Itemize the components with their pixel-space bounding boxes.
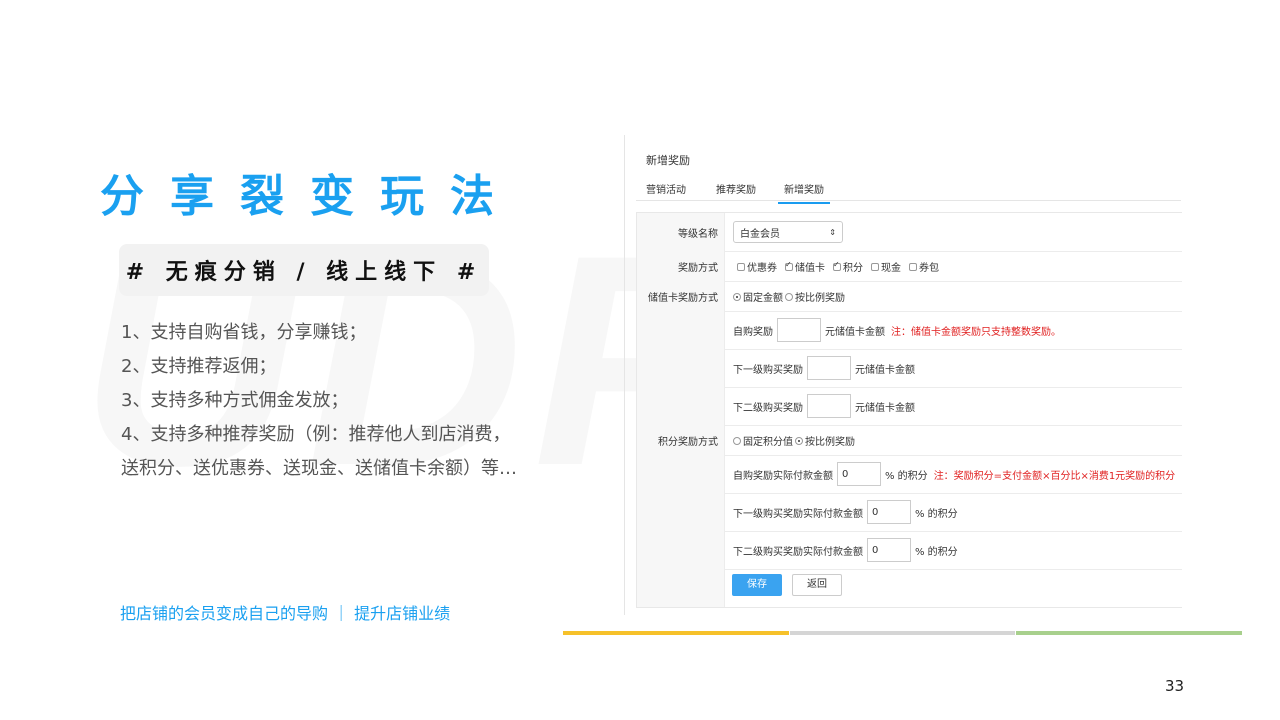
card-reward-method-label: 储值卡奖励方式 <box>637 281 725 311</box>
card-level1-unit: 元储值卡金额 <box>855 364 915 376</box>
checkbox[interactable] <box>737 262 745 271</box>
points-reward-option-label: 固定积分值 <box>743 436 793 448</box>
checkbox[interactable] <box>909 262 917 271</box>
tab-bar: 营销活动 推荐奖励 新增奖励 <box>636 176 1181 204</box>
feature-item: 2、支持推荐返佣； <box>121 356 277 377</box>
points-self-label: 自购奖励实际付款金额 <box>733 470 833 482</box>
points-self-input[interactable] <box>837 462 881 486</box>
card-level1-input[interactable] <box>807 356 851 380</box>
points-level2-label: 下二级购买奖励实际付款金额 <box>733 546 863 558</box>
points-level1-input[interactable] <box>867 500 911 524</box>
card-level1-label: 下一级购买奖励 <box>733 364 803 376</box>
card-reward-options: 固定金额 按比例奖励 <box>733 281 847 311</box>
reward-type-option[interactable]: 优惠券 <box>733 259 777 274</box>
color-bar-yellow <box>563 631 789 635</box>
points-level2-unit: % 的积分 <box>915 546 958 558</box>
level-select[interactable]: 白金会员 ⇕ <box>733 221 843 243</box>
points-level1-unit: % 的积分 <box>915 508 958 520</box>
page-number: 33 <box>1165 677 1185 695</box>
reward-type-option[interactable]: 券包 <box>905 259 939 274</box>
points-reward-option[interactable]: 按比例奖励 <box>795 433 855 448</box>
reward-type-option-label: 优惠券 <box>747 262 777 274</box>
reward-type-option[interactable]: 积分 <box>829 259 863 274</box>
radio-button[interactable] <box>733 292 741 301</box>
level-row: 等级名称 白金会员 ⇕ <box>637 213 1182 252</box>
card-level2-row: 下二级购买奖励 元储值卡金额 <box>637 387 1182 426</box>
checkbox[interactable] <box>785 260 793 271</box>
card-self-label: 自购奖励 <box>733 326 773 338</box>
tab-referral-reward[interactable]: 推荐奖励 <box>716 181 756 196</box>
actions-row <box>637 569 1182 607</box>
reward-form-screenshot: 新增奖励 营销活动 推荐奖励 新增奖励 等级名称 白金会员 ⇕ 奖励方式 优惠券… <box>636 140 1182 610</box>
radio-button[interactable] <box>795 436 803 445</box>
points-reward-method-label: 积分奖励方式 <box>637 425 725 455</box>
checkbox[interactable] <box>833 260 841 271</box>
feature-list: 1、支持自购省钱，分享赚钱； 2、支持推荐返佣； 3、支持多种方式佣金发放； 4… <box>121 316 517 486</box>
save-button[interactable]: 保存 <box>732 574 782 596</box>
level-label: 等级名称 <box>637 213 725 251</box>
points-reward-option[interactable]: 固定积分值 <box>733 433 793 448</box>
card-self-unit: 元储值卡金额 <box>825 326 885 338</box>
reward-type-options: 优惠券 储值卡 积分 现金 券包 <box>733 251 943 281</box>
reward-form: 等级名称 白金会员 ⇕ 奖励方式 优惠券 储值卡 积分 现金 券包 储值卡奖励方式 固定… <box>636 212 1182 608</box>
points-level1-row: 下一级购买奖励实际付款金额 % 的积分 <box>637 493 1182 532</box>
back-button[interactable]: 返回 <box>792 574 842 596</box>
points-self-unit: % 的积分 <box>885 470 928 482</box>
reward-type-option-label: 储值卡 <box>795 262 825 274</box>
points-level2-row: 下二级购买奖励实际付款金额 % 的积分 <box>637 531 1182 570</box>
points-level1-label: 下一级购买奖励实际付款金额 <box>733 508 863 520</box>
points-reward-method-row: 积分奖励方式 固定积分值 按比例奖励 <box>637 425 1182 456</box>
feature-item: 送积分、送优惠券、送现金、送储值卡余额）等… <box>121 458 517 479</box>
checkbox[interactable] <box>871 262 879 271</box>
tab-marketing[interactable]: 营销活动 <box>646 181 686 196</box>
feature-item: 4、支持多种推荐奖励（例：推荐他人到店消费， <box>121 424 511 445</box>
color-bar-green <box>1016 631 1242 635</box>
feature-item: 1、支持自购省钱，分享赚钱； <box>121 322 367 343</box>
points-level2-input[interactable] <box>867 538 911 562</box>
level-select-value: 白金会员 <box>740 228 780 240</box>
slogan: 把店铺的会员变成自己的导购 ｜ 提升店铺业绩 <box>120 604 451 623</box>
feature-item: 3、支持多种方式佣金发放； <box>121 390 349 411</box>
radio-button[interactable] <box>785 292 793 301</box>
reward-type-label: 奖励方式 <box>637 251 725 281</box>
card-reward-method-row: 储值卡奖励方式 固定金额 按比例奖励 <box>637 281 1182 312</box>
tab-new-reward[interactable]: 新增奖励 <box>778 181 830 204</box>
color-bar-gray <box>790 631 1015 635</box>
reward-type-row: 奖励方式 优惠券 储值卡 积分 现金 券包 <box>637 251 1182 282</box>
panel-title: 新增奖励 <box>646 154 690 167</box>
card-reward-option-label: 按比例奖励 <box>795 292 845 304</box>
card-level1-row: 下一级购买奖励 元储值卡金额 <box>637 349 1182 388</box>
radio-button[interactable] <box>733 436 741 445</box>
card-reward-option[interactable]: 固定金额 <box>733 289 783 304</box>
card-reward-option[interactable]: 按比例奖励 <box>785 289 845 304</box>
reward-type-option-label: 积分 <box>843 262 863 274</box>
reward-type-option-label: 券包 <box>919 262 939 274</box>
card-note: 注：储值卡金额奖励只支持整数奖励。 <box>891 326 1061 338</box>
card-reward-option-label: 固定金额 <box>743 292 783 304</box>
slide-title: 分享裂变玩法 <box>100 171 520 222</box>
tag-banner: # 无痕分销 / 线上线下 # <box>119 244 489 296</box>
panel-divider <box>624 135 625 615</box>
reward-type-option[interactable]: 储值卡 <box>781 259 825 274</box>
reward-type-option-label: 现金 <box>881 262 901 274</box>
card-level2-label: 下二级购买奖励 <box>733 402 803 414</box>
card-level2-unit: 元储值卡金额 <box>855 402 915 414</box>
select-arrows-icon: ⇕ <box>829 227 836 237</box>
points-self-purchase-row: 自购奖励实际付款金额 % 的积分 注：奖励积分=支付金额×百分比×消费1元奖励的… <box>637 455 1182 494</box>
points-note: 注：奖励积分=支付金额×百分比×消费1元奖励的积分 <box>933 470 1176 482</box>
points-reward-option-label: 按比例奖励 <box>805 436 855 448</box>
card-level2-input[interactable] <box>807 394 851 418</box>
points-reward-options: 固定积分值 按比例奖励 <box>733 425 857 455</box>
card-self-input[interactable] <box>777 318 821 342</box>
reward-type-option[interactable]: 现金 <box>867 259 901 274</box>
card-self-purchase-row: 自购奖励 元储值卡金额 注：储值卡金额奖励只支持整数奖励。 <box>637 311 1182 350</box>
